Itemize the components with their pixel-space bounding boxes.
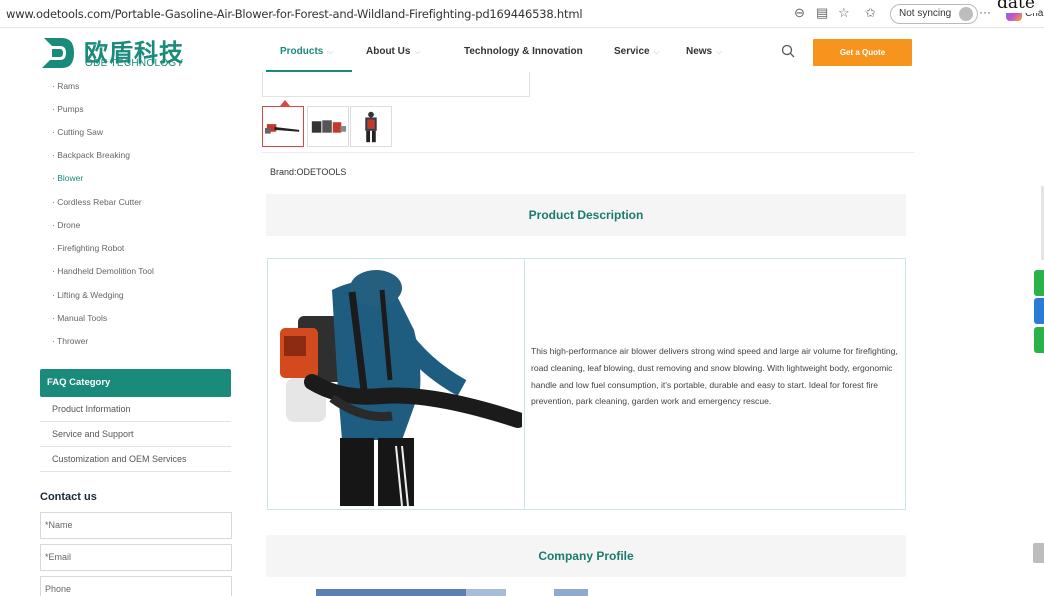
sidebar-category-item[interactable]: · Drone xyxy=(52,220,80,230)
faq-item-customization-oem[interactable]: Customization and OEM Services xyxy=(40,447,231,472)
sidebar-category-item[interactable]: · Thrower xyxy=(52,336,88,346)
phone-field[interactable]: Phone xyxy=(40,576,232,596)
chevron-down-icon: ⌵ xyxy=(653,47,660,56)
nav-service[interactable]: Service ⌵ xyxy=(614,46,660,57)
sidebar-category-item[interactable]: · Cordless Rebar Cutter xyxy=(52,197,142,207)
search-icon[interactable] xyxy=(781,44,795,58)
sidebar-category-item[interactable]: · Cutting Saw xyxy=(52,127,103,137)
avatar xyxy=(959,7,974,21)
logo-english-text[interactable]: ODE TECHNOLOGY xyxy=(85,58,183,69)
product-thumbnail-1[interactable] xyxy=(262,106,304,147)
nav-news[interactable]: News ⌵ xyxy=(686,46,722,57)
nav-products[interactable]: Products ⌵ xyxy=(280,46,333,57)
brand-label: Brand:ODETOOLS xyxy=(270,167,347,177)
logo-mark-icon[interactable] xyxy=(40,36,76,70)
sidebar-category-item[interactable]: · Rams xyxy=(52,81,79,91)
blower-set-thumbnail-image xyxy=(311,120,347,133)
faq-item-service-support[interactable]: Service and Support xyxy=(40,422,231,447)
sidebar-category-item[interactable]: · Firefighting Robot xyxy=(52,243,124,253)
nav-service-label: Service xyxy=(614,46,650,57)
more-menu-icon[interactable]: ··· xyxy=(979,5,991,19)
sync-label: Not syncing xyxy=(899,8,952,19)
email-field[interactable]: *Email xyxy=(40,544,232,571)
product-main-image xyxy=(280,270,522,506)
contact-us-heading: Contact us xyxy=(40,491,97,503)
favorite-star-icon[interactable]: ☆ xyxy=(838,5,850,21)
product-description-text: This high-performance air blower deliver… xyxy=(531,346,898,407)
name-field[interactable]: *Name xyxy=(40,512,232,539)
worn-blower-thumbnail-image xyxy=(365,111,377,143)
zoom-icon[interactable]: ⊖ xyxy=(794,5,805,21)
nav-news-label: News xyxy=(686,46,713,57)
sidebar-category-item[interactable]: · Pumps xyxy=(52,104,84,114)
product-thumbnail-3[interactable] xyxy=(350,106,392,147)
reading-view-icon[interactable]: ▤ xyxy=(816,5,828,21)
address-bar[interactable]: www.odetools.com/Portable-Gasoline-Air-B… xyxy=(6,7,583,21)
nav-about-label: About Us xyxy=(366,46,411,57)
product-description-heading: Product Description xyxy=(266,194,906,236)
sidebar-category-item[interactable]: · Backpack Breaking xyxy=(52,150,130,160)
table-divider xyxy=(524,258,525,510)
sidebar-category-item[interactable]: · Handheld Demolition Tool xyxy=(52,266,154,276)
nav-technology[interactable]: Technology & Innovation xyxy=(464,46,583,57)
faq-category-heading: FAQ Category xyxy=(40,369,231,397)
back-to-top-button[interactable] xyxy=(1033,543,1044,563)
browser-toolbar: www.odetools.com/Portable-Gasoline-Air-B… xyxy=(0,0,1044,28)
blower-thumbnail-image xyxy=(264,124,300,134)
whatsapp-float-icon[interactable] xyxy=(1034,270,1044,296)
sidebar-category-item[interactable]: · Manual Tools xyxy=(52,313,107,323)
faq-item-product-information[interactable]: Product Information xyxy=(40,397,231,422)
divider xyxy=(262,152,914,153)
product-thumbnail-2[interactable] xyxy=(307,106,349,147)
sync-status-button[interactable]: Not syncing xyxy=(890,4,979,24)
chevron-down-icon: ⌵ xyxy=(327,47,334,56)
chat-float-icon[interactable] xyxy=(1034,327,1044,353)
chevron-down-icon: ⌵ xyxy=(414,47,421,56)
favorites-list-icon[interactable]: ✩ xyxy=(865,5,876,21)
chevron-down-icon: ⌵ xyxy=(716,47,723,56)
company-profile-image xyxy=(316,589,588,596)
sidebar-category-item[interactable]: · Blower xyxy=(52,173,83,183)
overlay-text: date xyxy=(994,0,1038,13)
nav-products-label: Products xyxy=(280,46,324,57)
email-float-icon[interactable] xyxy=(1034,298,1044,324)
nav-about[interactable]: About Us ⌵ xyxy=(366,46,421,57)
get-a-quote-button[interactable]: Get a Quote xyxy=(813,39,912,66)
sidebar-category-item[interactable]: · Lifting & Wedging xyxy=(52,290,124,300)
product-image-frame xyxy=(262,72,530,97)
company-profile-heading: Company Profile xyxy=(266,535,906,577)
